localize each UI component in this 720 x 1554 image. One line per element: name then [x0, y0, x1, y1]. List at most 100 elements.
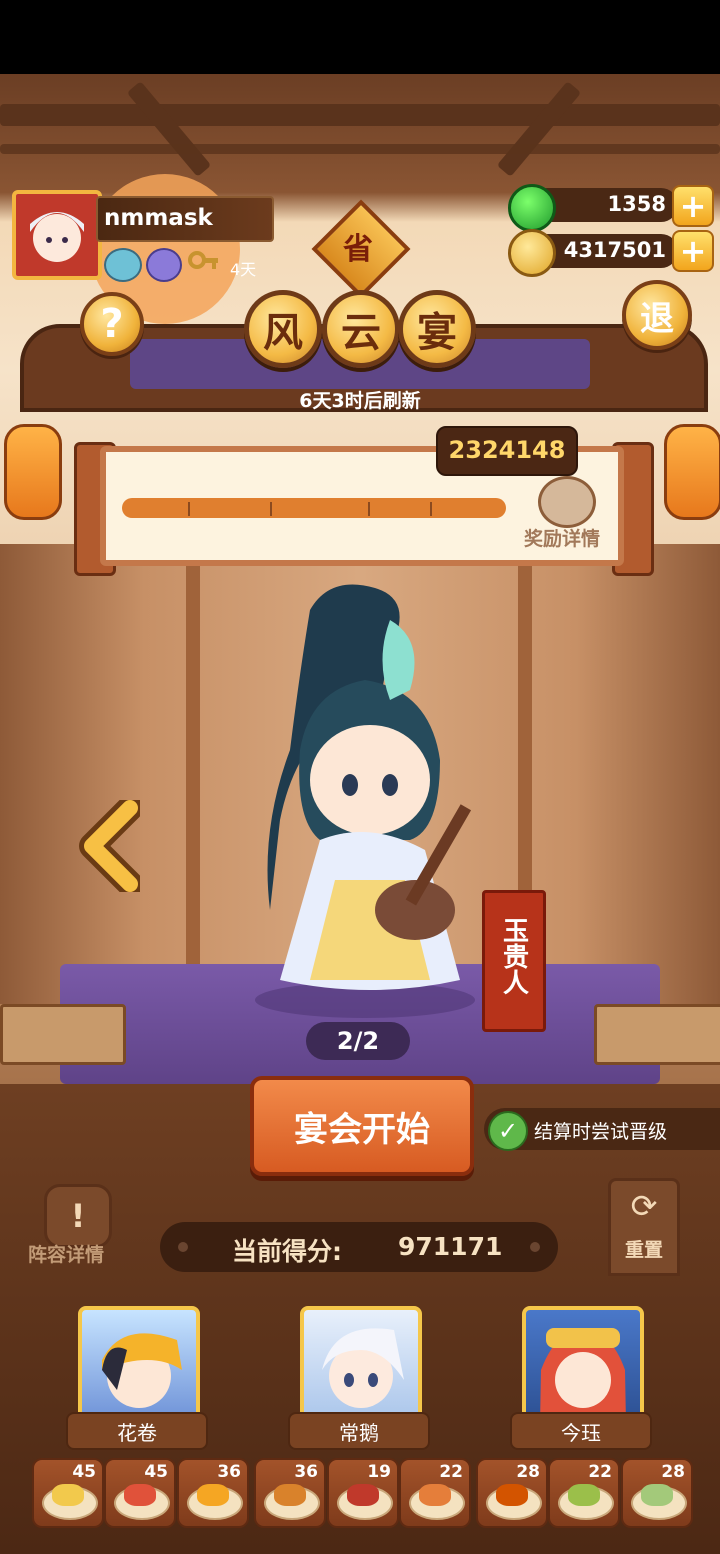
avatar-portrait: [16, 194, 98, 276]
dish-item[interactable]: 28: [621, 1458, 693, 1528]
promote-option-label: 结算时尝试晋级: [534, 1121, 668, 1143]
current-score-label: 当前得分:: [232, 1237, 342, 1266]
status-bar: [0, 0, 720, 74]
progress-tick: [430, 502, 432, 516]
start-feast-button[interactable]: 宴会开始: [250, 1076, 474, 1176]
progress-fill: [122, 498, 506, 518]
roof-strut: [126, 81, 212, 177]
chevron-left-icon: [79, 795, 143, 897]
dish-item[interactable]: 22: [399, 1458, 471, 1528]
reward-chest-icon[interactable]: [538, 476, 596, 528]
dish-count: 28: [516, 1462, 540, 1482]
help-button[interactable]: ?: [80, 292, 144, 356]
lantern-icon: [664, 424, 720, 520]
player-name: nmmask: [104, 205, 213, 231]
key-icon: [188, 250, 220, 276]
character-sprite: [240, 580, 490, 1020]
exit-label: 退: [640, 298, 674, 339]
dish-count: 36: [217, 1462, 241, 1482]
lantern-icon: [4, 424, 62, 520]
title-char-3: 宴: [398, 290, 476, 368]
page-indicator-text: 2/2: [336, 1027, 380, 1055]
prev-arrow-button[interactable]: [74, 795, 143, 897]
progress-tick: [188, 502, 190, 516]
dish-count: 28: [661, 1462, 685, 1482]
progress-tick: [368, 502, 370, 516]
dish-food-icon: [568, 1484, 600, 1506]
reward-details-link[interactable]: 奖励详情: [524, 524, 600, 551]
dish-item[interactable]: 36: [177, 1458, 249, 1528]
team-card-1[interactable]: [78, 1306, 200, 1428]
dish-count: 22: [439, 1462, 463, 1482]
dish-count: 36: [294, 1462, 318, 1482]
title-char-2: 云: [322, 290, 400, 368]
roof-beam: [0, 104, 720, 126]
dish-count: 45: [144, 1462, 168, 1482]
dish-food-icon: [52, 1484, 84, 1506]
bench: [0, 1004, 126, 1065]
dish-row: 45 45 36 36 19 22 28 22 28: [32, 1458, 693, 1528]
roof-beam: [0, 144, 720, 154]
buff-bowl-icon[interactable]: [104, 248, 142, 282]
team-card-2[interactable]: [300, 1306, 422, 1428]
dish-food-icon: [641, 1484, 673, 1506]
title-char-1: 风: [244, 290, 322, 368]
lineup-details-label[interactable]: 阵容详情: [28, 1240, 104, 1267]
page-indicator: 2/2: [306, 1022, 410, 1060]
current-score-value: 971171: [398, 1232, 503, 1261]
bullet: [530, 1242, 540, 1252]
bench: [594, 1004, 720, 1065]
reset-icon: ⟳: [630, 1187, 658, 1225]
reset-label: 重置: [624, 1239, 663, 1261]
dish-count: 45: [72, 1462, 96, 1482]
progress-tick: [270, 502, 272, 516]
coin-icon: [508, 229, 556, 277]
dish-item[interactable]: 19: [327, 1458, 399, 1528]
team-name-3: 今珏: [510, 1412, 652, 1450]
dish-item[interactable]: 22: [548, 1458, 620, 1528]
dish-food-icon: [496, 1484, 528, 1506]
character-name: 玉贵人: [498, 917, 529, 995]
roof-strut: [496, 81, 582, 177]
dish-item[interactable]: 45: [104, 1458, 176, 1528]
refresh-timer: 6天3时后刷新: [299, 390, 421, 412]
buff-days: 4天: [230, 260, 257, 279]
dish-food-icon: [274, 1484, 306, 1506]
lineup-details-icon[interactable]: !: [44, 1184, 112, 1248]
start-feast-label: 宴会开始: [294, 1109, 430, 1150]
score-badge: 2324148: [436, 426, 578, 476]
dish-food-icon: [419, 1484, 451, 1506]
team-card-3[interactable]: [522, 1306, 644, 1428]
reset-button[interactable]: ⟳ 重置: [608, 1178, 680, 1276]
dish-item[interactable]: 45: [32, 1458, 104, 1528]
team-name-1: 花卷: [66, 1412, 208, 1450]
dish-food-icon: [347, 1484, 379, 1506]
current-score-bar: 当前得分: 971171: [160, 1222, 558, 1272]
team-name-2: 常鹅: [288, 1412, 430, 1450]
add-jade-button[interactable]: +: [672, 185, 714, 227]
jade-value: 1358: [607, 192, 666, 216]
score-badge-value: 2324148: [448, 436, 566, 464]
exit-button[interactable]: 退: [622, 280, 692, 350]
promote-option[interactable]: ✓ 结算时尝试晋级: [484, 1108, 720, 1151]
dish-food-icon: [124, 1484, 156, 1506]
dish-item[interactable]: 28: [476, 1458, 548, 1528]
bullet: [178, 1242, 188, 1252]
checkbox-checked-icon[interactable]: ✓: [488, 1111, 528, 1151]
player-name-plate: nmmask: [96, 196, 274, 242]
dish-count: 19: [367, 1462, 391, 1482]
add-coin-button[interactable]: +: [672, 230, 714, 272]
jade-icon: [508, 184, 556, 232]
dish-food-icon: [197, 1484, 229, 1506]
dish-item[interactable]: 36: [254, 1458, 326, 1528]
hero-portrait: [322, 1328, 404, 1408]
pillar: [186, 544, 200, 1004]
dish-count: 22: [588, 1462, 612, 1482]
region-badge-label: 省: [343, 232, 373, 267]
player-avatar[interactable]: [12, 190, 102, 280]
hero-portrait: [540, 1328, 626, 1424]
character-name-banner: 玉贵人: [482, 890, 546, 1032]
buff-character-icon[interactable]: [146, 248, 182, 282]
question-icon: ?: [100, 301, 124, 347]
hero-portrait: [102, 1333, 182, 1408]
